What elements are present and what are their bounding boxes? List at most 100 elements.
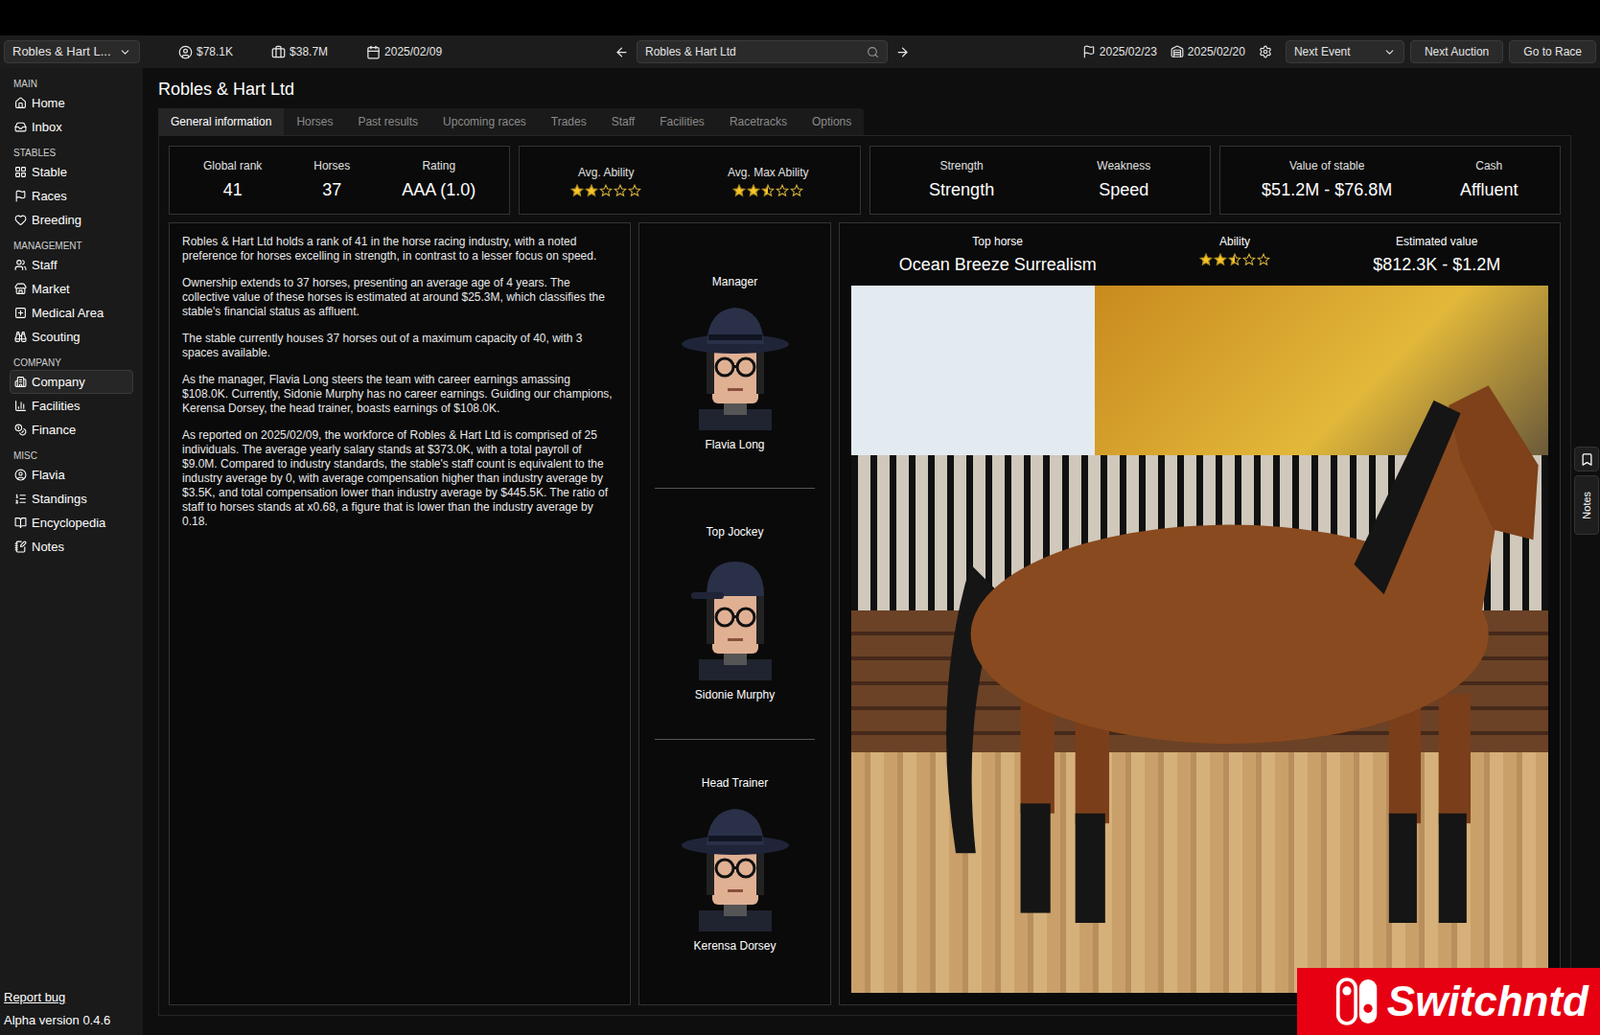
forward-arrow-icon[interactable] <box>895 45 910 60</box>
sidebar-heading: STABLES <box>0 142 143 161</box>
date-display: 2025/02/09 <box>366 43 442 61</box>
sidebar-item[interactable]: Flavia <box>9 463 134 487</box>
stat: RatingAAA (1.0) <box>401 157 476 204</box>
sidebar-item[interactable]: Facilities <box>9 394 134 418</box>
sidebar-item-icon <box>14 189 27 203</box>
star-icon <box>746 184 761 198</box>
person-card[interactable]: ManagerFlavia Long <box>654 238 815 489</box>
sidebar-item[interactable]: Market <box>9 277 134 302</box>
star-icon <box>789 184 804 198</box>
version-label: Alpha version 0.4.6 <box>0 1011 143 1031</box>
stat: StrengthStrength <box>928 157 995 204</box>
search-field[interactable]: Robles & Hart Ltd <box>636 40 888 64</box>
sidebar-item[interactable]: Notes <box>9 534 134 559</box>
sidebar-item-icon <box>14 330 27 344</box>
sidebar-item-icon <box>14 282 27 296</box>
top-horse-panel: Top horseOcean Breeze SurrealismAbilityE… <box>838 222 1561 1006</box>
chevron-icon <box>1383 46 1396 59</box>
company-select[interactable]: Robles & Hart L... <box>3 40 140 64</box>
user-icon <box>178 45 193 60</box>
top-horse-name[interactable]: Ocean Breeze Surrealism <box>899 252 1097 279</box>
gear-icon[interactable] <box>1258 45 1273 59</box>
horse-icon <box>851 285 1549 994</box>
sidebar-heading: MAIN <box>0 73 143 92</box>
tab[interactable]: Upcoming races <box>430 108 539 136</box>
star-rating <box>732 184 804 198</box>
event-select[interactable]: Next Event <box>1285 40 1405 64</box>
search-icon <box>866 46 880 59</box>
notes-tab[interactable]: Notes <box>1574 475 1600 535</box>
sidebar-item[interactable]: Standings <box>9 486 134 511</box>
star-icon <box>761 184 775 198</box>
back-arrow-icon[interactable] <box>614 45 629 60</box>
sidebar: MAINHomeInboxSTABLESStableRacesBreedingM… <box>0 68 143 1035</box>
stat: CashAffluent <box>1460 157 1519 204</box>
sidebar-item[interactable]: Medical Area <box>9 301 134 325</box>
star-icon <box>732 184 746 198</box>
star-icon <box>1242 253 1256 267</box>
sidebar-item[interactable]: Staff <box>9 253 134 278</box>
tab[interactable]: General information <box>158 108 284 136</box>
sidebar-item-icon <box>14 399 27 413</box>
cash-display: $78.1K <box>178 43 233 61</box>
stat-card: Value of stable$51.2M - $76.8MCashAfflue… <box>1219 145 1561 215</box>
sidebar-item-icon <box>14 96 27 110</box>
star-icon <box>1256 253 1271 267</box>
sidebar-item[interactable]: Breeding <box>9 208 134 232</box>
star-icon <box>1199 253 1213 267</box>
tab[interactable]: Horses <box>283 108 346 136</box>
star-icon <box>599 184 613 198</box>
sidebar-item[interactable]: Encyclopedia <box>9 510 134 535</box>
star-rating <box>570 184 642 198</box>
watermark: Switchntd <box>1297 968 1600 1035</box>
description-panel: Robles & Hart Ltd holds a rank of 41 in … <box>168 222 631 1006</box>
sidebar-item-icon <box>14 258 27 272</box>
portrait-icon <box>677 797 793 932</box>
person-card[interactable]: Top JockeySidonie Murphy <box>654 488 815 740</box>
sidebar-item[interactable]: Finance <box>9 417 134 442</box>
sidebar-item-icon <box>14 516 27 530</box>
sidebar-section: MANAGEMENTStaffMarketMedical AreaScoutin… <box>0 235 143 349</box>
sidebar-section: STABLESStableRacesBreeding <box>0 142 143 232</box>
star-icon <box>627 184 642 198</box>
next-race-date: 2025/02/23 <box>1082 43 1158 61</box>
funds-display: $38.7M <box>271 43 328 61</box>
topbar-button[interactable]: Go to Race <box>1508 40 1597 64</box>
sidebar-heading: COMPANY <box>0 352 143 371</box>
sidebar-item-icon <box>14 540 27 554</box>
sidebar-item[interactable]: Home <box>9 91 134 116</box>
sidebar-item[interactable]: Company <box>9 370 134 395</box>
description-paragraph: Ownership extends to 37 horses, presenti… <box>182 276 618 320</box>
sidebar-item[interactable]: Stable <box>9 160 134 185</box>
tab[interactable]: Options <box>799 108 864 136</box>
tab[interactable]: Racetracks <box>717 108 800 136</box>
stat-card: Global rank41Horses37RatingAAA (1.0) <box>168 145 511 215</box>
stat: Avg. Max Ability <box>727 163 809 198</box>
sidebar-item[interactable]: Inbox <box>9 115 134 140</box>
tab[interactable]: Staff <box>599 108 648 136</box>
report-bug-link[interactable]: Report bug <box>0 988 143 1008</box>
stat: WeaknessSpeed <box>1096 157 1151 204</box>
topbar-button[interactable]: Next Auction <box>1410 40 1504 64</box>
stat-card: Avg. Ability Avg. Max Ability <box>518 145 860 215</box>
tab[interactable]: Trades <box>538 108 600 136</box>
chevron-icon <box>118 46 132 59</box>
bookmark-button[interactable] <box>1574 446 1600 472</box>
star-icon <box>1213 253 1228 267</box>
main: Robles & Hart LtdGeneral informationHors… <box>142 68 1600 1035</box>
star-icon <box>570 184 584 198</box>
content-frame: Global rank41Horses37RatingAAA (1.0)Avg.… <box>158 135 1572 1017</box>
notes-rail: Notes <box>1573 68 1600 1035</box>
sidebar-item[interactable]: Scouting <box>9 324 134 349</box>
sidebar-item-icon <box>14 492 27 506</box>
horse-picture <box>851 285 1549 994</box>
description-paragraph: As the manager, Flavia Long steers the t… <box>182 372 618 417</box>
tab[interactable]: Past results <box>345 108 431 136</box>
sidebar-item-icon <box>14 165 27 179</box>
person-card[interactable]: Head TrainerKerensa Dorsey <box>654 740 815 990</box>
next-auction-date: 2025/02/20 <box>1170 43 1246 61</box>
tab-bar: General informationHorsesPast resultsUpc… <box>158 108 864 136</box>
stat: Avg. Ability <box>570 163 642 198</box>
sidebar-item[interactable]: Races <box>9 184 134 209</box>
tab[interactable]: Facilities <box>647 108 718 136</box>
